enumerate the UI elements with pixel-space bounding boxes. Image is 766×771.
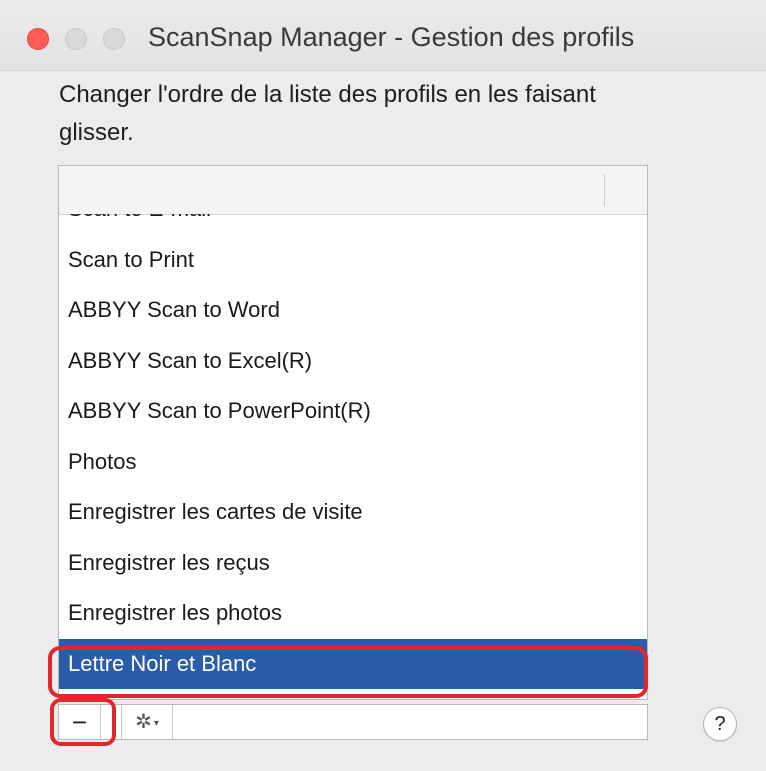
- window-title: ScanSnap Manager - Gestion des profils: [148, 22, 635, 52]
- profile-list-item[interactable]: Enregistrer les photos: [59, 588, 647, 639]
- chevron-down-icon: ▾: [153, 717, 159, 729]
- action-menu-button[interactable]: ✲ ▾: [121, 705, 173, 739]
- close-window-button[interactable]: [27, 28, 49, 50]
- profile-list-item[interactable]: ABBYY Scan to PowerPoint(R): [59, 386, 647, 437]
- profile-list-item[interactable]: Enregistrer les cartes de visite: [59, 487, 647, 538]
- profile-list-item[interactable]: Enregistrer les reçus: [59, 538, 647, 589]
- column-divider: [604, 174, 605, 206]
- title-bar: ScanSnap Manager - Gestion des profils: [0, 0, 766, 71]
- profile-list-rows: Scan to E-mailScan to PrintABBYY Scan to…: [59, 214, 647, 689]
- profile-list-viewport[interactable]: Scan to E-mailScan to PrintABBYY Scan to…: [59, 214, 647, 699]
- profile-list-item[interactable]: ABBYY Scan to Excel(R): [59, 336, 647, 387]
- profile-list-item[interactable]: Lettre Noir et Blanc: [59, 638, 647, 689]
- profile-list-item[interactable]: Scan to E-mail: [59, 214, 647, 235]
- minus-icon: −: [71, 706, 88, 737]
- profile-list-item[interactable]: Scan to Print: [59, 235, 647, 286]
- minimize-window-button[interactable]: [65, 28, 87, 50]
- list-toolbar: − ✲ ▾: [58, 704, 648, 740]
- profile-list-item[interactable]: Photos: [59, 437, 647, 488]
- remove-profile-button[interactable]: −: [59, 705, 101, 739]
- list-column-header: [59, 166, 647, 215]
- instruction-text: Changer l'ordre de la liste des profils …: [59, 81, 596, 146]
- help-icon: ?: [714, 712, 726, 735]
- gear-icon: ✲: [135, 711, 152, 733]
- zoom-window-button[interactable]: [103, 28, 125, 50]
- help-button[interactable]: ?: [703, 707, 737, 741]
- profile-list-item[interactable]: ABBYY Scan to Word: [59, 285, 647, 336]
- profile-list[interactable]: Scan to E-mailScan to PrintABBYY Scan to…: [58, 165, 648, 700]
